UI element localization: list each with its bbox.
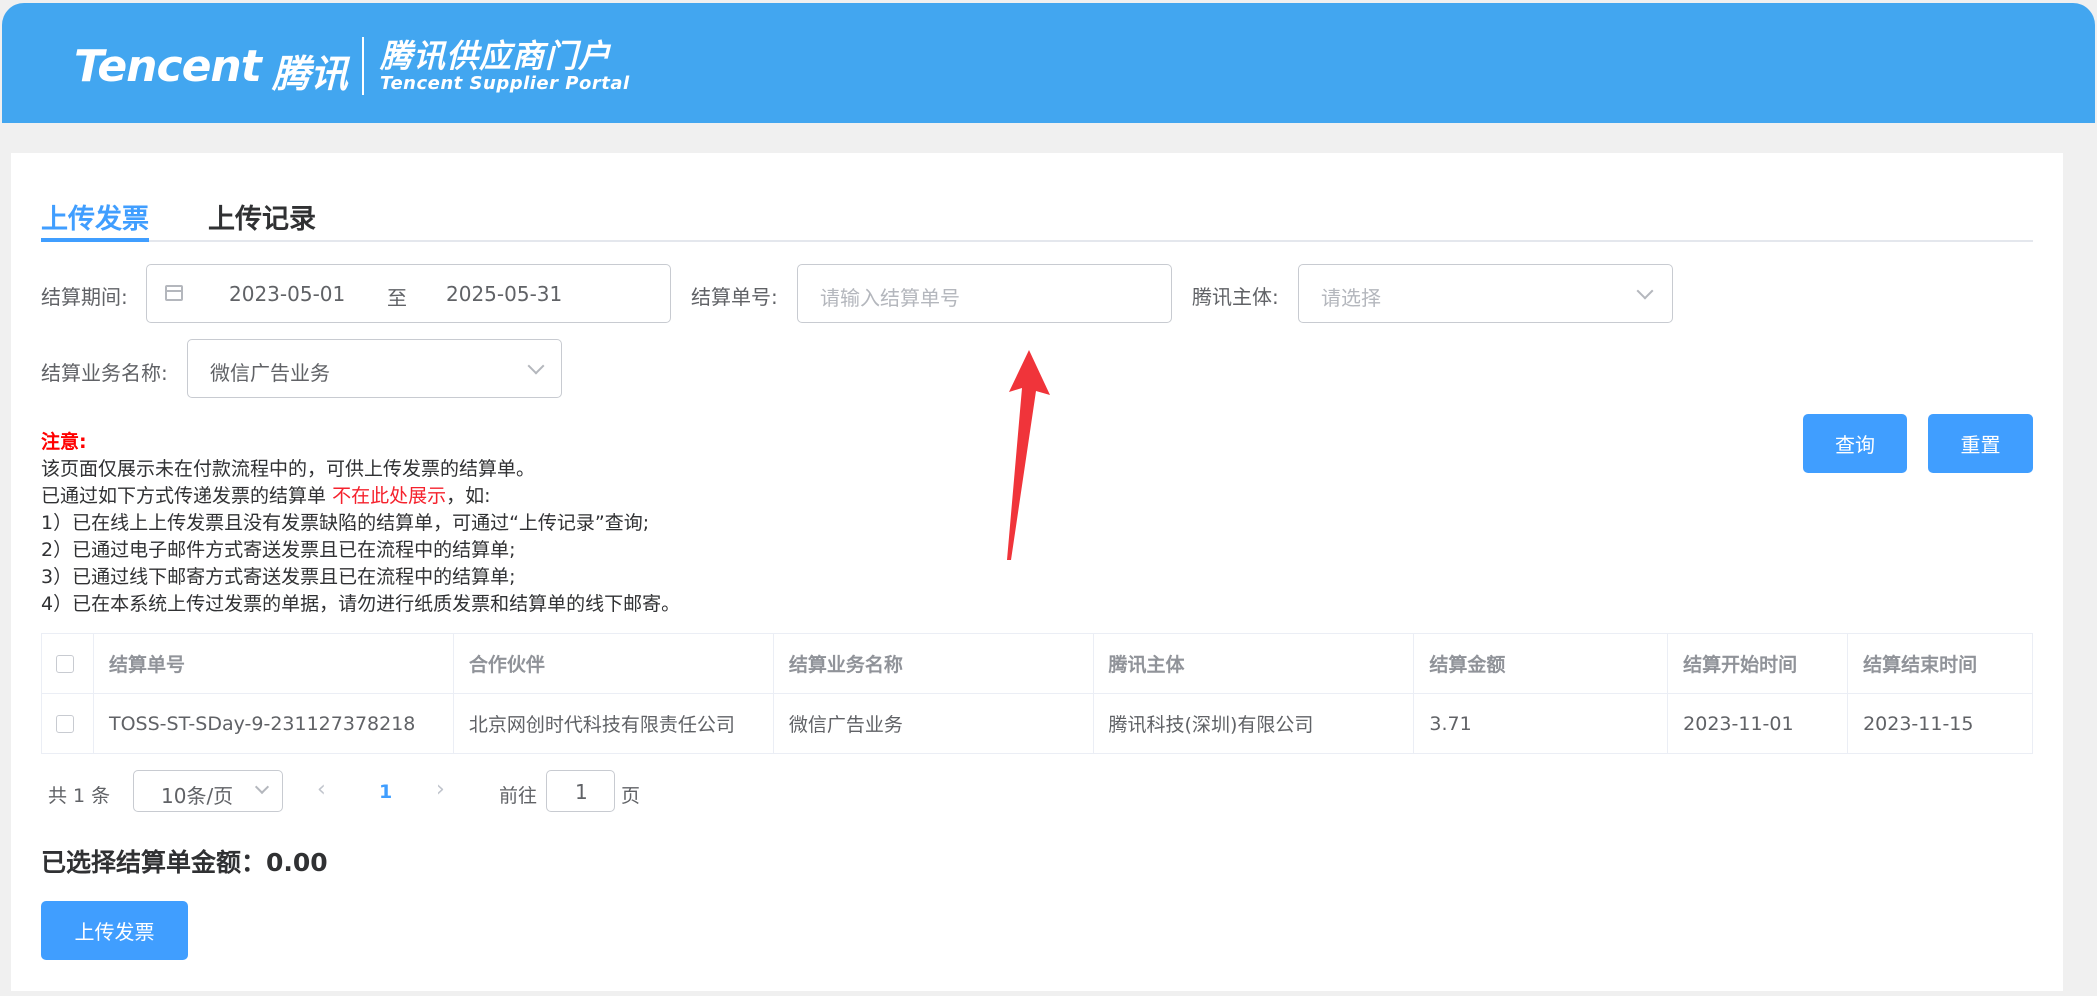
red-arrow-shape [1007,350,1050,560]
red-arrow-annotation [1007,350,1050,560]
